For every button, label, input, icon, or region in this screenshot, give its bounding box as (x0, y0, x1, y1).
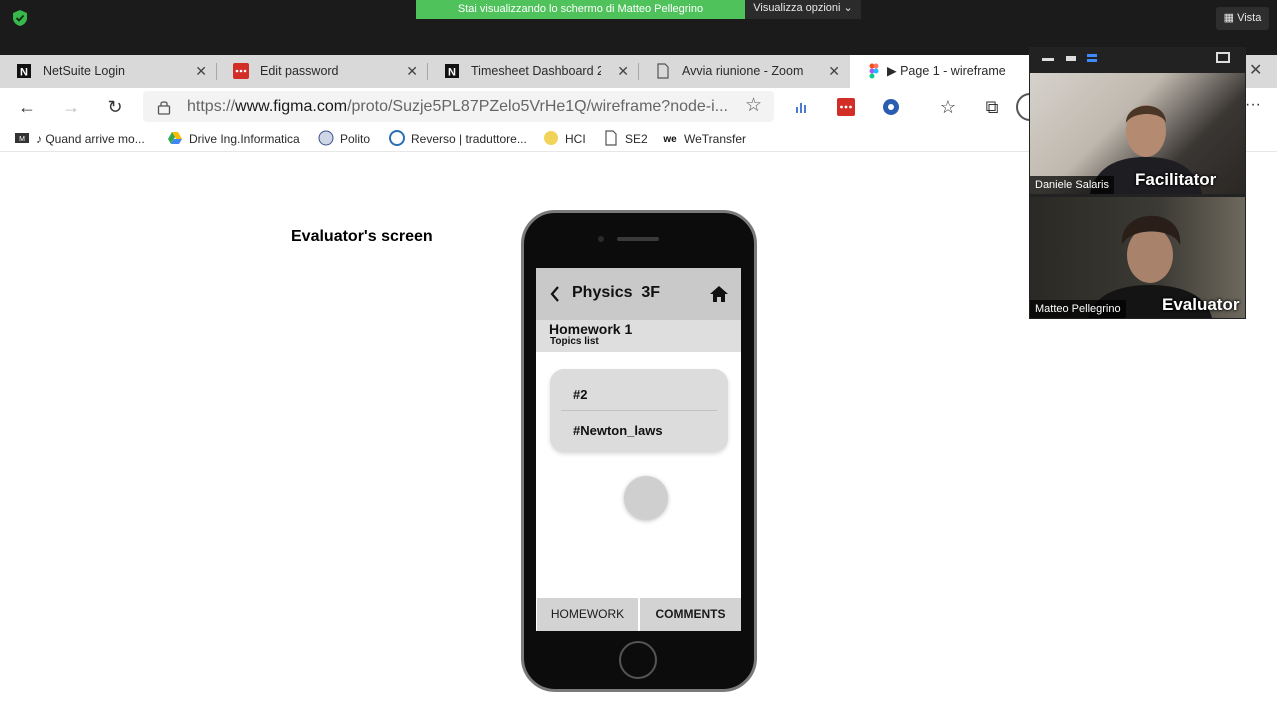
security-shield-icon[interactable] (10, 8, 30, 28)
view-button-label: Vista (1237, 12, 1262, 24)
topics-card: #2 #Newton_laws (550, 369, 728, 452)
favorite-star-icon[interactable]: ☆ (745, 94, 762, 117)
grid-icon: ▦ (1223, 12, 1238, 24)
bookmark-label: Drive Ing.Informatica (189, 132, 300, 146)
bookmark-label: ♪ Quand arrive mo... (36, 132, 145, 146)
tab-comments[interactable]: COMMENTS (640, 598, 741, 631)
svg-text:we: we (662, 134, 677, 145)
topic-item[interactable]: #2 (573, 387, 587, 402)
video-tile-evaluator[interactable]: Matteo Pellegrino Evaluator (1030, 197, 1245, 318)
phone-speaker (617, 237, 659, 241)
participant-name: Daniele Salaris (1030, 176, 1114, 194)
tab-title: Edit password (260, 64, 339, 78)
homework-title: Homework 1 (549, 321, 633, 337)
bookmark-label: WeTransfer (684, 132, 747, 146)
bookmark-se2[interactable]: SE2 (603, 130, 648, 148)
single-view-icon[interactable] (1066, 56, 1076, 61)
url-prefix: https:// (187, 98, 236, 115)
bookmark-label: Polito (340, 132, 371, 146)
svg-text:N: N (20, 67, 28, 79)
url-domain: www.figma.com (235, 98, 348, 115)
svg-text:M: M (19, 136, 25, 143)
homework-subtitle: Topics list (550, 336, 599, 347)
tab-title: NetSuite Login (43, 64, 126, 78)
participant-name: Matteo Pellegrino (1030, 300, 1126, 318)
close-tab-icon[interactable]: ✕ (617, 55, 629, 88)
drive-icon (168, 132, 182, 144)
favorites-icon[interactable]: ☆ (935, 94, 961, 120)
extension-icon[interactable] (882, 98, 900, 116)
page-icon (605, 130, 617, 146)
hci-icon (544, 131, 558, 145)
tab-timesheet-dashboard[interactable]: N Timesheet Dashboard 2.0 · ✕ (428, 55, 639, 88)
close-tab-icon[interactable]: ✕ (406, 55, 418, 88)
reverso-icon (389, 130, 405, 146)
bookmark-reverso[interactable]: Reverso | traduttore... (389, 130, 527, 148)
evaluator-screen-label: Evaluator's screen (291, 228, 433, 245)
view-options-button[interactable]: Visualizza opzioni ⌄ (745, 0, 861, 19)
close-tab-icon[interactable]: ✕ (195, 55, 207, 88)
close-tab-icon[interactable]: ✕ (828, 55, 840, 88)
reload-icon[interactable]: ↻ (102, 94, 128, 120)
tab-figma-wireframe[interactable]: ▶ Page 1 - wireframe (850, 55, 1030, 88)
participant-role: Facilitator (1135, 170, 1217, 189)
more-menu-icon[interactable]: ··· (1245, 96, 1261, 114)
address-bar[interactable]: https://www.figma.com/proto/Suzje5PL87PZ… (143, 91, 774, 122)
wetransfer-icon: we (662, 134, 677, 145)
music-icon: M (15, 133, 29, 143)
page-icon (657, 63, 669, 79)
bookmark-label: HCI (565, 132, 586, 146)
notion-icon: N (17, 64, 31, 79)
chevron-left-icon[interactable] (548, 284, 562, 304)
screen-share-banner: Stai visualizzando lo schermo di Matteo … (416, 0, 745, 19)
home-icon[interactable] (709, 284, 729, 304)
lastpass-icon (233, 63, 249, 79)
topic-item[interactable]: #Newton_laws (573, 423, 663, 438)
bookmark-label: SE2 (625, 132, 648, 146)
tab-title: Avvia riunione - Zoom (682, 64, 804, 78)
close-window-icon[interactable]: ✕ (1249, 60, 1262, 80)
lock-icon[interactable] (157, 99, 171, 115)
bookmark-polito[interactable]: Polito (318, 130, 370, 148)
video-panel: Daniele Salaris Facilitator Matteo Pelle… (1029, 47, 1246, 319)
polito-icon (318, 130, 334, 146)
figma-icon (869, 63, 879, 79)
participant-role: Evaluator (1162, 295, 1240, 314)
bookmark-label: Reverso | traduttore... (411, 132, 527, 146)
collections-icon[interactable]: ⧉ (979, 94, 1005, 120)
fullscreen-icon[interactable] (1216, 52, 1230, 63)
url-path: /proto/Suzje5PL87PZelo5VrHe1Q/wireframe?… (347, 98, 728, 115)
phone-camera (598, 236, 604, 242)
touch-indicator (624, 476, 668, 520)
tab-title: ▶ Page 1 - wireframe (887, 64, 1006, 78)
lastpass-extension-icon[interactable] (837, 98, 855, 116)
back-arrow-icon[interactable]: ← (14, 94, 40, 120)
tab-edit-password[interactable]: Edit password ✕ (217, 55, 428, 88)
tab-homework[interactable]: HOMEWORK (537, 598, 638, 631)
bookmark-wetransfer[interactable]: we WeTransfer (662, 130, 746, 148)
tab-avvia-riunione-zoom[interactable]: Avvia riunione - Zoom ✕ (639, 55, 850, 88)
bookmark-drive[interactable]: Drive Ing.Informatica (167, 130, 300, 148)
notion-icon: N (445, 64, 459, 79)
svg-text:N: N (448, 67, 456, 79)
bookmark-hci[interactable]: HCI (543, 130, 586, 148)
topic-divider (561, 410, 717, 411)
course-title: Physics 3F (572, 284, 661, 301)
chart-extension-icon[interactable] (795, 100, 809, 114)
tab-title: Timesheet Dashboard 2.0 · (471, 64, 601, 78)
tab-netsuite-login[interactable]: N NetSuite Login ✕ (0, 55, 217, 88)
video-tile-facilitator[interactable]: Daniele Salaris Facilitator (1030, 73, 1245, 194)
gallery-view-icon[interactable] (1087, 54, 1097, 62)
view-button[interactable]: ▦ Vista (1216, 7, 1269, 30)
bookmark-quand-arrive[interactable]: M ♪ Quand arrive mo... (14, 130, 145, 148)
phone-home-button (619, 641, 657, 679)
minimize-icon[interactable] (1042, 58, 1054, 61)
forward-arrow-icon[interactable]: → (58, 94, 84, 120)
url-text: https://www.figma.com/proto/Suzje5PL87PZ… (187, 91, 728, 122)
